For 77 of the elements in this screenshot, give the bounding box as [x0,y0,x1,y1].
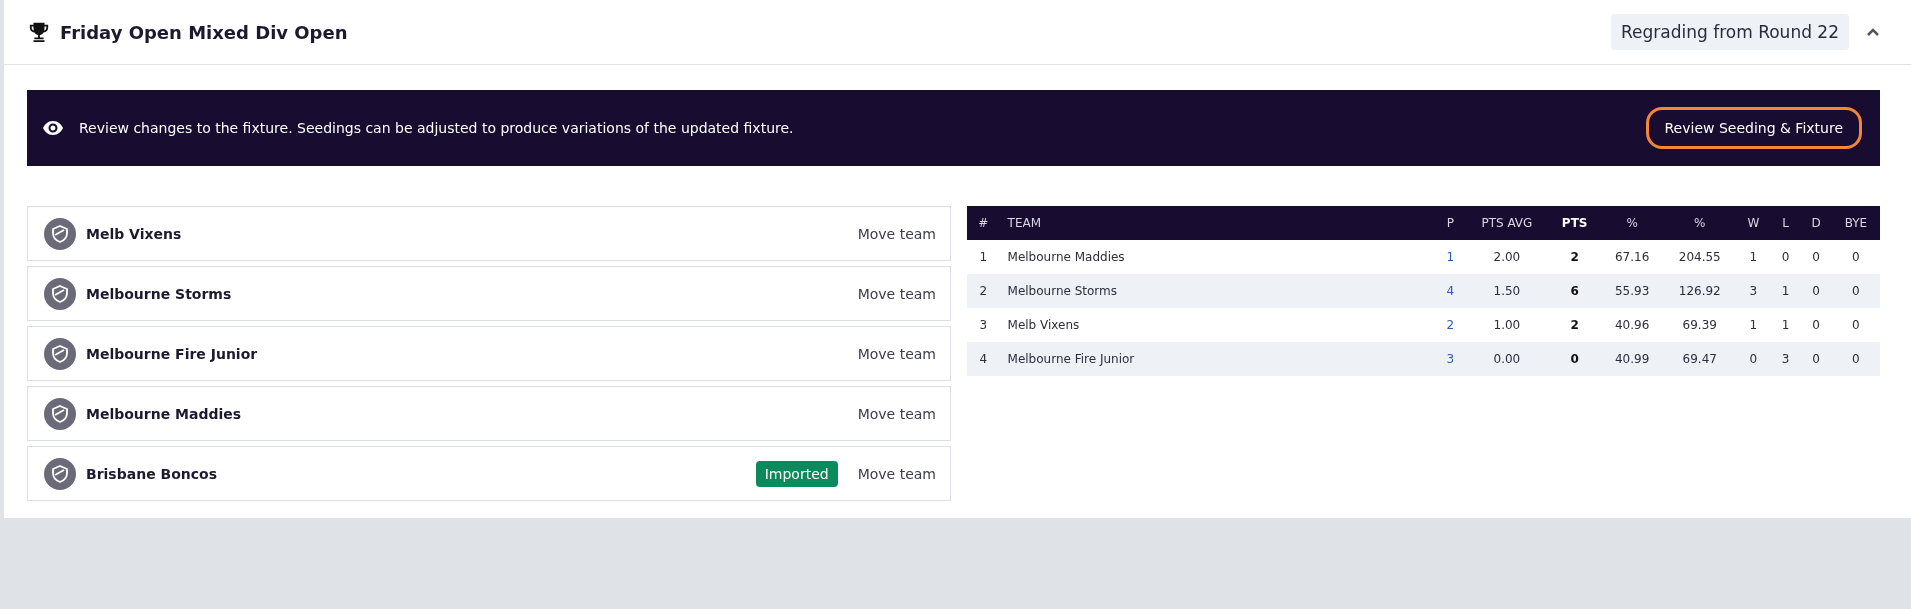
table-cell: 2.00 [1465,240,1549,274]
table-cell: 69.47 [1663,342,1736,376]
move-team-link[interactable]: Move team [857,285,936,302]
column-header: TEAM [999,206,1436,240]
table-cell: 4 [1435,274,1466,308]
team-name: Melbourne Storms [86,285,233,302]
shield-icon [44,337,76,370]
shield-icon [44,277,76,310]
table-cell: 1.50 [1465,274,1549,308]
team-name: Melb Vixens [86,225,183,242]
move-team-link[interactable]: Move team [857,405,936,422]
regrading-badge: Regrading from Round 22 [1611,14,1849,50]
table-cell: 3 [1770,342,1801,376]
team-name: Brisbane Boncos [86,465,219,482]
table-cell: 2 [1435,308,1466,342]
table-cell: 2 [1548,308,1601,342]
table-cell: 1.00 [1465,308,1549,342]
table-cell: 0 [1770,240,1801,274]
table-cell: 0 [1831,342,1880,376]
column-header: W [1736,206,1771,240]
column-header: P [1435,206,1466,240]
table-cell: 2 [967,274,1000,308]
table-cell: 1 [1736,308,1771,342]
shield-icon [44,397,76,430]
table-cell: 0 [1736,342,1771,376]
column-header: % [1663,206,1736,240]
table-cell: 1 [1736,240,1771,274]
imported-tag: Imported [755,460,838,487]
table-cell: 67.16 [1600,240,1664,274]
table-cell: Melb Vixens [999,308,1436,342]
table-cell: 4 [967,342,1000,376]
move-team-link[interactable]: Move team [857,345,936,362]
column-header: L [1770,206,1801,240]
table-cell: 2 [1548,240,1601,274]
trophy-icon [28,21,50,43]
table-cell: 0 [1800,308,1832,342]
table-cell: 204.55 [1663,240,1736,274]
table-cell: 0 [1800,342,1832,376]
table-cell: 40.96 [1600,308,1664,342]
table-cell: 3 [1435,342,1466,376]
team-name: Melbourne Maddies [86,405,243,422]
table-cell: Melbourne Fire Junior [999,342,1436,376]
table-cell: 55.93 [1600,274,1664,308]
table-cell: 0 [1831,274,1880,308]
table-cell: 40.99 [1600,342,1664,376]
table-cell: 3 [967,308,1000,342]
banner-message: Review changes to the fixture. Seedings can be adjusted to produce variations of the updated fixture. [79,120,795,136]
section-title: Friday Open Mixed Div Open [60,21,349,43]
table-cell: 0 [1831,240,1880,274]
table-cell: 126.92 [1663,274,1736,308]
column-header: D [1800,206,1832,240]
column-header: # [967,206,1000,240]
table-cell: 1 [1770,308,1801,342]
table-cell: 0 [1800,274,1832,308]
table-cell: 1 [1770,274,1801,308]
table-cell: Melbourne Maddies [999,240,1436,274]
move-team-link[interactable]: Move team [857,465,936,482]
table-cell: 6 [1548,274,1601,308]
eye-icon [43,121,63,135]
table-cell: 0 [1800,240,1832,274]
shield-icon [44,217,76,250]
table-cell: 1 [1435,240,1466,274]
table-cell: 1 [967,240,1000,274]
column-header: PTS [1548,206,1601,240]
table-cell: 0.00 [1465,342,1549,376]
column-header: BYE [1831,206,1880,240]
move-team-link[interactable]: Move team [857,225,936,242]
team-name: Melbourne Fire Junior [86,345,259,362]
column-header: PTS AVG [1465,206,1549,240]
table-cell: 0 [1548,342,1601,376]
table-cell: 3 [1736,274,1771,308]
column-header: % [1600,206,1664,240]
table-cell: Melbourne Storms [999,274,1436,308]
table-cell: 0 [1831,308,1880,342]
review-seeding-button[interactable]: Review Seeding & Fixture [1645,107,1862,149]
shield-icon [44,457,76,490]
table-cell: 69.39 [1663,308,1736,342]
